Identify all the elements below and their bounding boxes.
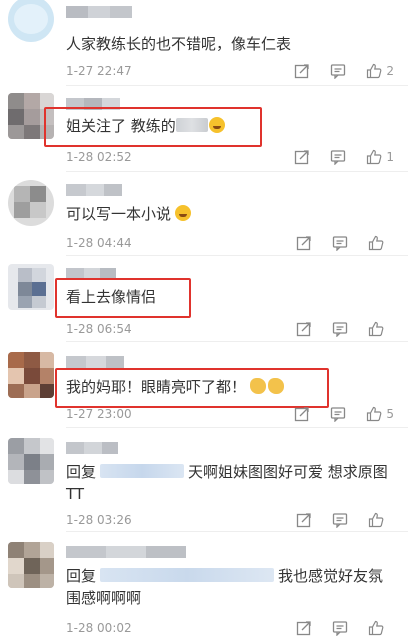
comment-text-continuation: TT — [66, 485, 85, 503]
share-icon[interactable] — [294, 63, 310, 79]
comment-icon[interactable] — [330, 149, 346, 165]
comment-text: 回复 我也感觉好友氛 围感啊啊啊 — [66, 565, 396, 609]
like-icon[interactable] — [368, 321, 384, 337]
comment-item: 回复 天啊姐妹图图好可爱 想求原图 TT 1-28 03:26 — [0, 428, 408, 532]
share-icon[interactable] — [296, 620, 312, 636]
username-blurred[interactable] — [66, 6, 132, 18]
comment-text-content: 姐关注了 教练的 — [66, 117, 176, 135]
comment-time: 1-27 23:00 — [66, 407, 132, 421]
like-icon[interactable] — [366, 149, 382, 165]
comment-time: 1-28 06:54 — [66, 322, 132, 336]
comment-time: 1-28 00:02 — [66, 621, 132, 635]
comment-text: 姐关注了 教练的 — [66, 115, 396, 137]
laugh-emoji — [175, 205, 192, 221]
comment-text: 我的妈耶！眼睛亮吓了都！ — [66, 376, 396, 398]
share-icon[interactable] — [294, 149, 310, 165]
comment-icon[interactable] — [332, 620, 348, 636]
avatar[interactable] — [8, 438, 54, 484]
comment-icon[interactable] — [330, 63, 346, 79]
share-icon[interactable] — [296, 235, 312, 251]
comment-icon[interactable] — [330, 406, 346, 422]
like-icon[interactable] — [366, 63, 382, 79]
reply-prefix: 回复 — [66, 463, 97, 481]
blurred-text — [175, 118, 208, 132]
username-blurred[interactable] — [66, 546, 186, 558]
like-icon[interactable] — [366, 406, 382, 422]
comment-text-content: 我也感觉好友氛 — [278, 567, 384, 585]
comment-text-continuation: 围感啊啊啊 — [66, 589, 142, 607]
comment-text: 回复 天啊姐妹图图好可爱 想求原图 TT — [66, 461, 396, 505]
avatar[interactable] — [8, 264, 54, 310]
comment-text-content: 天啊姐妹图图好可爱 想求原图 — [188, 463, 388, 481]
comment-text-content: 我的妈耶！眼睛亮吓了都！ — [66, 378, 247, 396]
comment-text: 可以写一本小说 — [66, 203, 396, 225]
blurred-mention[interactable] — [100, 568, 275, 582]
comment-item: 我的妈耶！眼睛亮吓了都！ 1-27 23:00 5 — [0, 342, 408, 428]
like-icon[interactable] — [368, 512, 384, 528]
comment-text: 人家教练长的也不错呢，像车仁表 — [66, 35, 292, 53]
avatar[interactable] — [8, 180, 54, 226]
comment-text: 看上去像情侣 — [66, 288, 157, 306]
avatar[interactable] — [8, 352, 54, 398]
laugh-emoji — [208, 117, 225, 133]
like-icon[interactable] — [368, 235, 384, 251]
comment-time: 1-28 02:52 — [66, 150, 132, 164]
blurred-mention[interactable] — [100, 464, 185, 478]
like-count: 2 — [386, 64, 394, 78]
comment-item: 回复 我也感觉好友氛 围感啊啊啊 1-28 00:02 — [0, 532, 408, 640]
comment-time: 1-27 22:47 — [66, 64, 132, 78]
pray-hands-emoji — [250, 378, 267, 394]
comment-icon[interactable] — [332, 512, 348, 528]
comment-icon[interactable] — [332, 235, 348, 251]
username-blurred[interactable] — [66, 442, 118, 454]
share-icon[interactable] — [296, 512, 312, 528]
comment-item: 姐关注了 教练的 1-28 02:52 1 — [0, 86, 408, 172]
comment-item: 看上去像情侣 1-28 06:54 — [0, 256, 408, 342]
username-blurred[interactable] — [66, 184, 122, 196]
username-blurred[interactable] — [66, 356, 124, 368]
comment-item: 人家教练长的也不错呢，像车仁表 1-27 22:47 2 — [0, 0, 408, 86]
share-icon[interactable] — [294, 406, 310, 422]
comment-item: 可以写一本小说 1-28 04:44 — [0, 172, 408, 256]
avatar[interactable] — [8, 542, 54, 588]
comment-time: 1-28 03:26 — [66, 513, 132, 527]
like-count: 1 — [386, 150, 394, 164]
like-count: 5 — [386, 407, 394, 421]
like-icon[interactable] — [368, 620, 384, 636]
pray-hands-emoji — [268, 378, 285, 394]
share-icon[interactable] — [296, 321, 312, 337]
reply-prefix: 回复 — [66, 567, 97, 585]
comment-icon[interactable] — [332, 321, 348, 337]
comment-time: 1-28 04:44 — [66, 236, 132, 250]
avatar[interactable] — [8, 0, 54, 42]
comment-text-content: 可以写一本小说 — [66, 205, 172, 223]
